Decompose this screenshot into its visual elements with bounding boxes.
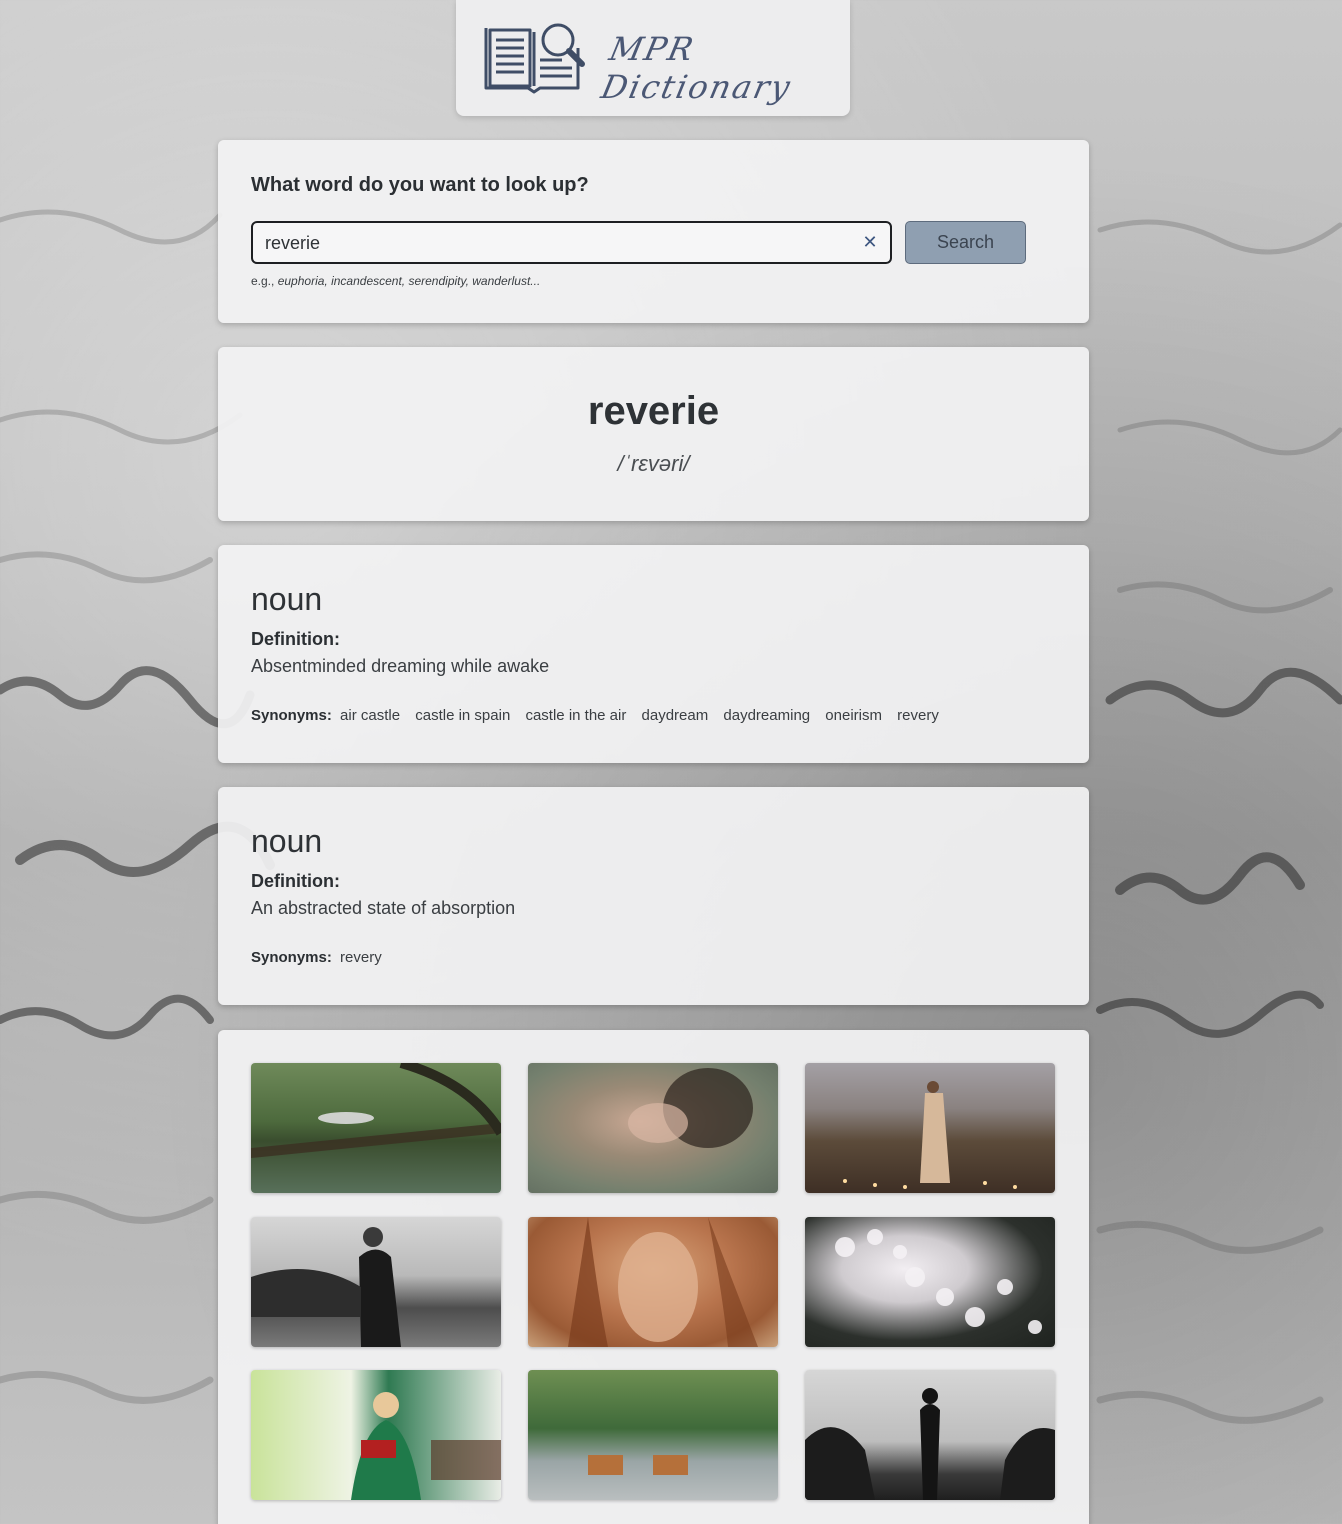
logo-header: MPR Dictionary <box>456 0 850 116</box>
word-title: reverie <box>587 389 720 433</box>
photo-thumbnail[interactable] <box>251 1217 501 1347</box>
photo-thumbnail[interactable] <box>251 1063 501 1193</box>
hint-examples: euphoria, incandescent, serendipity, wan… <box>277 274 541 288</box>
definition-label: Definition: <box>251 871 340 891</box>
photo-thumbnail[interactable] <box>251 1370 501 1500</box>
photo-thumbnail[interactable] <box>528 1370 778 1500</box>
definition-text: An abstracted state of absorption <box>251 898 516 918</box>
photo-art <box>843 1081 1017 1189</box>
book-magnifier-icon <box>484 23 585 94</box>
photo-thumbnail[interactable] <box>805 1063 1055 1193</box>
search-question: What word do you want to look up? <box>251 174 589 196</box>
synonym-item[interactable]: revery <box>340 949 382 966</box>
photo-art <box>251 1227 401 1347</box>
photo-thumbnail[interactable] <box>528 1063 778 1193</box>
synonyms-label: Synonyms: <box>251 707 332 724</box>
synonym-item[interactable]: revery <box>897 707 939 724</box>
part-of-speech: noun <box>251 823 323 859</box>
photo-art <box>588 1455 688 1475</box>
synonyms-list: Synonyms: revery <box>251 949 393 966</box>
photo-art <box>251 1063 501 1158</box>
photo-art <box>568 1217 758 1347</box>
search-button[interactable]: Search <box>905 221 1026 264</box>
word-header-card: reverie /ˈrɛvəri/ <box>218 347 1089 521</box>
photo-art <box>835 1229 1042 1334</box>
photo-thumbnail[interactable] <box>805 1217 1055 1347</box>
search-hint: e.g., euphoria, incandescent, serendipit… <box>251 274 540 288</box>
search-card: What word do you want to look up? ✕ Sear… <box>218 140 1089 323</box>
search-input[interactable] <box>263 223 847 264</box>
synonym-item[interactable]: castle in spain <box>415 707 510 724</box>
part-of-speech: noun <box>251 581 323 617</box>
photo-art <box>805 1388 1055 1500</box>
meaning-card: noun Definition: An abstracted state of … <box>218 787 1089 1005</box>
search-input-wrapper[interactable]: ✕ <box>251 221 892 264</box>
synonym-item[interactable]: castle in the air <box>525 707 626 724</box>
photo-art <box>628 1068 753 1148</box>
word-phonetic: /ˈrɛvəri/ <box>617 451 690 476</box>
synonym-item[interactable]: oneirism <box>825 707 882 724</box>
hint-prefix: e.g., <box>251 274 275 288</box>
photo-thumbnail[interactable] <box>805 1370 1055 1500</box>
definition-text: Absentminded dreaming while awake <box>251 656 550 676</box>
close-icon[interactable]: ✕ <box>862 233 878 251</box>
synonym-item[interactable]: daydream <box>642 707 709 724</box>
meaning-card: noun Definition: Absentminded dreaming w… <box>218 545 1089 763</box>
photo-thumbnail[interactable] <box>528 1217 778 1347</box>
synonyms-label: Synonyms: <box>251 949 332 966</box>
synonym-item[interactable]: air castle <box>340 707 400 724</box>
photo-art <box>351 1392 501 1500</box>
photo-gallery-card <box>218 1030 1089 1524</box>
logo-text: MPR Dictionary <box>597 30 796 106</box>
definition-label: Definition: <box>251 629 340 649</box>
synonym-item[interactable]: daydreaming <box>723 707 810 724</box>
synonyms-list: Synonyms: air castle castle in spain cas… <box>251 707 950 724</box>
